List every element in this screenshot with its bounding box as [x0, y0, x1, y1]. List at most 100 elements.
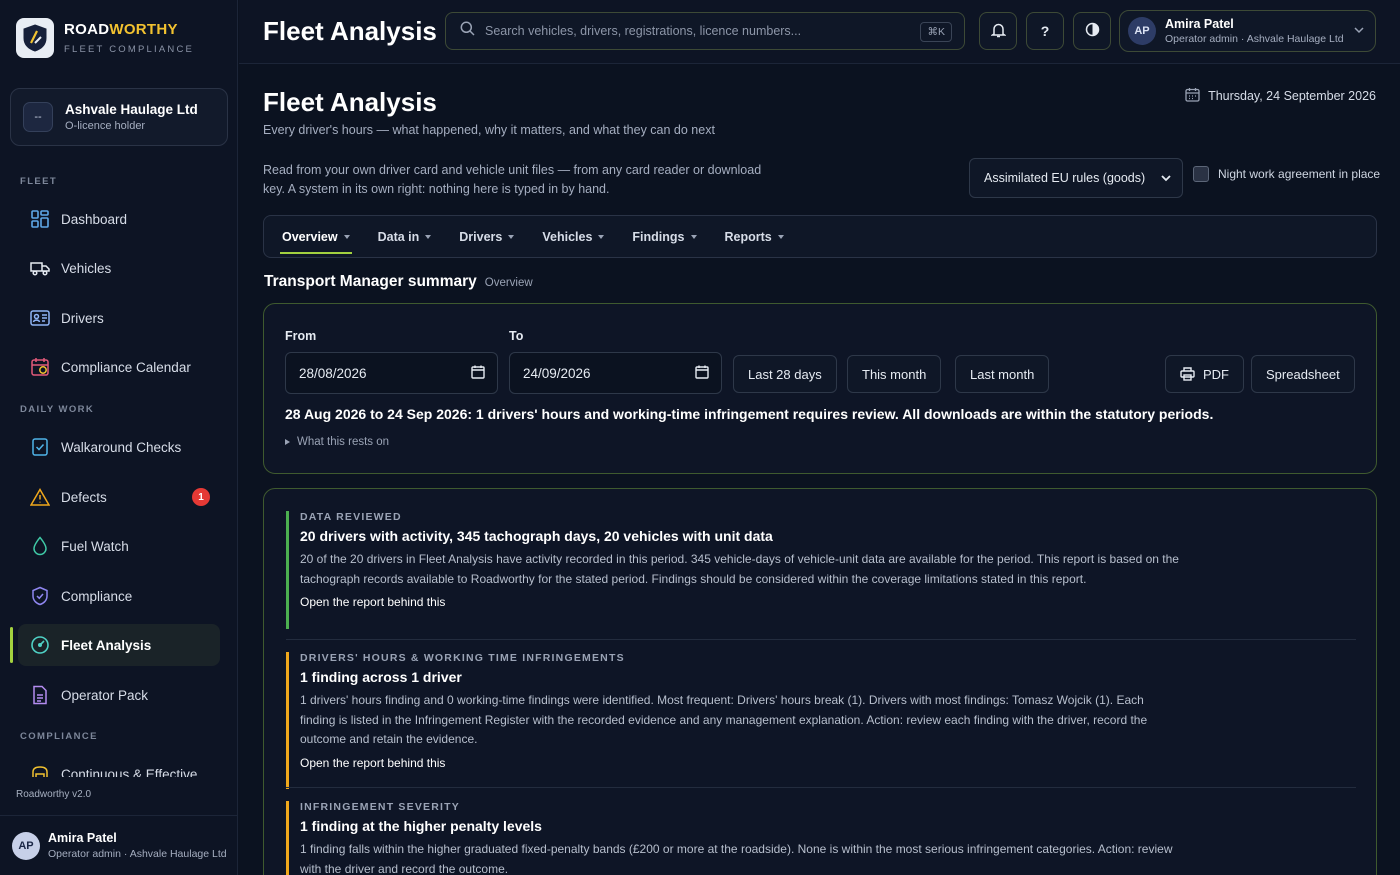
search-input[interactable]: Search vehicles, drivers, registrations,…	[445, 12, 965, 50]
nav-section-daily-work: DAILY WORK	[20, 404, 95, 415]
finding-kicker: INFRINGEMENT SEVERITY	[300, 801, 460, 813]
document-icon	[30, 685, 50, 705]
tab-vehicles[interactable]: Vehicles	[542, 215, 605, 258]
rests-on-disclosure[interactable]: What this rests on	[285, 436, 389, 448]
page-subtitle: Every driver's hours — what happened, wh…	[263, 123, 715, 137]
finding-title: 1 finding at the higher penalty levels	[300, 818, 542, 834]
preset-this-month-button[interactable]: This month	[847, 355, 942, 393]
sidebar-item-drivers[interactable]: Drivers	[18, 297, 220, 339]
calendar-picker-icon[interactable]	[471, 365, 485, 382]
shield-logo-icon	[16, 18, 54, 58]
to-label: To	[509, 329, 524, 343]
sidebar-item-label: Fleet Analysis	[61, 637, 152, 653]
findings-card: DATA REVIEWED 20 drivers with activity, …	[263, 488, 1377, 875]
current-date: Thursday, 24 September 2026	[1185, 87, 1376, 105]
organisation-role: O-licence holder	[65, 120, 146, 132]
help-icon: ?	[1040, 23, 1050, 39]
section-tag: Overview	[484, 277, 533, 289]
finding-data-reviewed: DATA REVIEWED 20 drivers with activity, …	[286, 511, 1356, 629]
organisation-switcher[interactable]: -- Ashvale Haulage Ltd O-licence holder	[10, 88, 228, 146]
topbar-title: Fleet Analysis	[263, 16, 437, 46]
page-title: Fleet Analysis	[263, 87, 437, 117]
active-nav-indicator	[10, 627, 13, 663]
rules-select[interactable]: Assimilated EU rules (goods)	[969, 158, 1183, 198]
divider	[286, 639, 1356, 640]
calendar-picker-icon[interactable]	[695, 365, 709, 382]
finding-body: 1 finding falls within the higher gradua…	[300, 842, 1173, 875]
tab-label: Drivers	[459, 229, 503, 244]
finding-report-link[interactable]: Open the report behind this	[300, 595, 1356, 609]
sidebar-item-vehicles[interactable]: Vehicles	[18, 247, 220, 289]
calendar-icon	[30, 357, 50, 377]
bell-icon	[989, 22, 1007, 41]
help-button[interactable]: ?	[1026, 12, 1064, 50]
theme-toggle-button[interactable]	[1073, 12, 1111, 50]
gauge-icon	[30, 635, 50, 655]
rules-select-value: Assimilated EU rules (goods)	[984, 171, 1146, 185]
preset-last-28-days-button[interactable]: Last 28 days	[733, 355, 837, 393]
calendar-icon	[1185, 87, 1200, 105]
grid-icon	[30, 209, 50, 229]
preset-last-month-button[interactable]: Last month	[955, 355, 1050, 393]
night-work-option[interactable]: Night work agreement in place	[1193, 166, 1380, 182]
finding-report-link[interactable]: Open the report behind this	[300, 756, 1356, 770]
organisation-avatar: --	[23, 102, 53, 132]
section-tabs: Overview Data in Drivers Vehicles Findin…	[263, 215, 1377, 258]
finding-kicker: DRIVERS' HOURS & WORKING TIME INFRINGEME…	[300, 652, 625, 664]
section-heading: Transport Manager summary Overview	[264, 273, 533, 291]
brand-name-part2: WORTHY	[109, 21, 178, 38]
sidebar-item-compliance-calendar[interactable]: Compliance Calendar	[18, 346, 220, 388]
sidebar-item-continuous-effective[interactable]: Continuous & Effective	[18, 753, 220, 777]
tab-label: Overview	[282, 229, 338, 244]
nav-section-compliance: COMPLIANCE	[20, 731, 98, 742]
export-pdf-button[interactable]: PDF	[1165, 355, 1244, 393]
tab-data-in[interactable]: Data in	[378, 215, 432, 258]
divider	[286, 787, 1356, 788]
search-placeholder: Search vehicles, drivers, registrations,…	[485, 24, 802, 38]
sidebar-item-walkaround-checks[interactable]: Walkaround Checks	[18, 426, 220, 468]
sidebar-item-label: Drivers	[61, 310, 104, 326]
from-label: From	[285, 329, 317, 343]
checklist-icon	[30, 437, 50, 457]
nav-section-fleet: FLEET	[20, 176, 58, 187]
caret-down-icon	[598, 234, 605, 239]
tab-reports[interactable]: Reports	[725, 215, 784, 258]
finding-body: 20 of the 20 drivers in Fleet Analysis h…	[300, 552, 1179, 586]
tab-overview[interactable]: Overview	[280, 215, 352, 258]
to-date-value: 24/09/2026	[523, 365, 591, 381]
sidebar-item-compliance[interactable]: Compliance	[18, 575, 220, 617]
sidebar-item-dashboard[interactable]: Dashboard	[18, 198, 220, 240]
tab-label: Reports	[724, 229, 772, 244]
user-menu-role: Operator admin · Ashvale Haulage Ltd	[1165, 33, 1344, 45]
shield-icon	[30, 586, 50, 606]
sidebar-item-operator-pack[interactable]: Operator Pack	[18, 674, 220, 716]
search-shortcut: ⌘K	[920, 22, 952, 42]
export-pdf-label: PDF	[1203, 366, 1229, 382]
sidebar-user[interactable]: AP Amira Patel Operator admin · Ashvale …	[0, 815, 238, 875]
night-work-checkbox[interactable]	[1193, 166, 1209, 182]
brand-name-part1: ROAD	[64, 21, 110, 38]
sidebar-item-label: Operator Pack	[61, 687, 149, 703]
sidebar-item-label: Walkaround Checks	[61, 439, 182, 455]
sidebar-item-label: Vehicles	[61, 260, 112, 276]
user-menu-name: Amira Patel	[1165, 17, 1234, 31]
finding-stripe	[286, 511, 289, 629]
tab-findings[interactable]: Findings	[632, 215, 697, 258]
avatar: AP	[1128, 17, 1156, 45]
notifications-button[interactable]	[979, 12, 1017, 50]
to-date-input[interactable]: 24/09/2026	[509, 352, 722, 394]
finding-stripe	[286, 652, 289, 789]
caret-down-icon	[508, 234, 515, 239]
tab-drivers[interactable]: Drivers	[459, 215, 515, 258]
export-spreadsheet-button[interactable]: Spreadsheet	[1251, 355, 1355, 393]
from-date-input[interactable]: 28/08/2026	[285, 352, 498, 394]
brand[interactable]: ROADWORTHY FLEET COMPLIANCE	[16, 18, 194, 58]
sidebar-item-label: Dashboard	[61, 211, 128, 227]
sidebar-item-fleet-analysis[interactable]: Fleet Analysis	[18, 624, 220, 666]
finding-body: 1 drivers' hours finding and 0 working-t…	[300, 693, 1148, 746]
sidebar-scroll-clip: Continuous & Effective	[0, 753, 238, 777]
sidebar-item-defects[interactable]: Defects 1	[18, 476, 220, 518]
user-menu[interactable]: AP Amira Patel Operator admin · Ashvale …	[1119, 10, 1376, 52]
tab-label: Vehicles	[542, 229, 593, 244]
sidebar-item-fuel-watch[interactable]: Fuel Watch	[18, 525, 220, 567]
